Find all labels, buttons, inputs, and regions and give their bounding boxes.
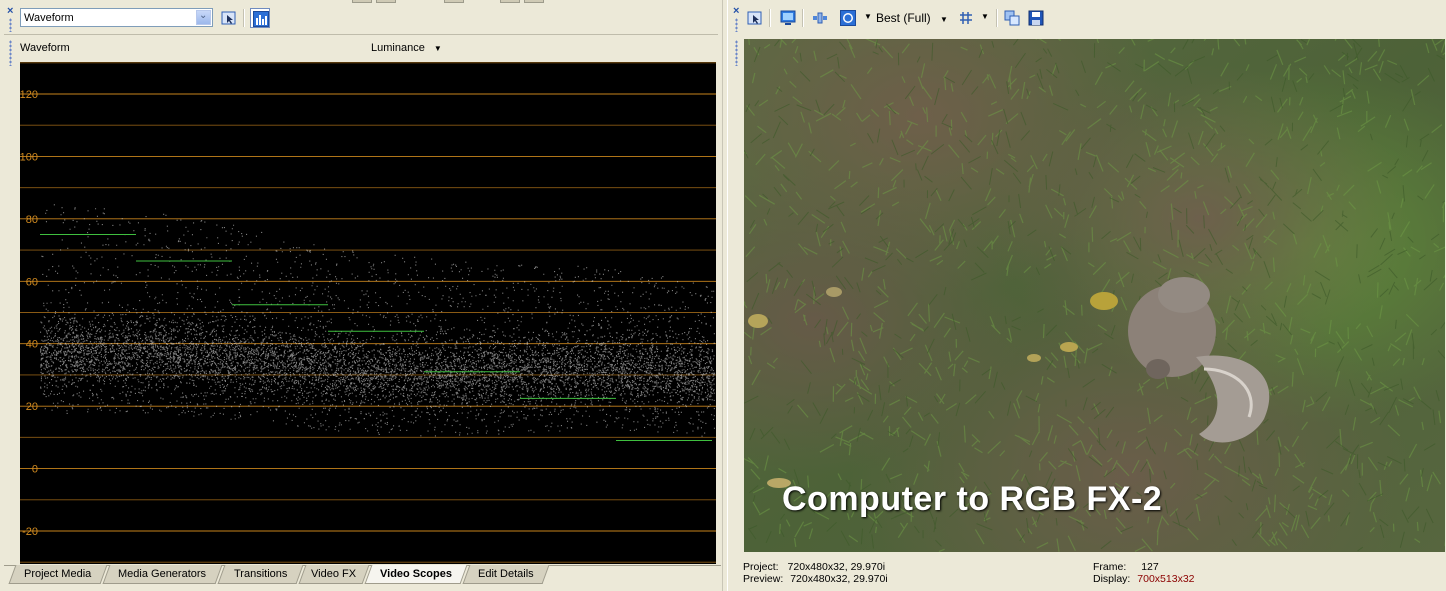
window-docking-tabs: Project Media Media Generators Transitio… [4, 565, 721, 585]
waveform-trace [40, 204, 716, 437]
cursor-settings-icon [221, 11, 236, 25]
dock-grip-handle[interactable] [735, 40, 738, 66]
scope-view-label: Waveform [20, 42, 70, 54]
top-edge-tab[interactable] [352, 0, 372, 3]
frame-info: Frame: 127 [1093, 561, 1159, 573]
preview-overlay-text: Computer to RGB FX-2 [782, 480, 1163, 518]
monitor-icon [780, 10, 796, 25]
tab-video-fx[interactable]: Video FX [298, 565, 370, 584]
preview-quality-dropdown[interactable]: Best (Full) ▼ [876, 11, 948, 25]
scope-tick-label: 40 [26, 339, 38, 351]
waveform-scope-display: 120 100 80 60 40 20 0 -20 [20, 62, 716, 564]
update-scope-button[interactable] [250, 8, 270, 28]
channel-dropdown[interactable]: Luminance ▼ [371, 42, 442, 54]
copy-snapshot-icon [1004, 10, 1020, 26]
split-screen-button[interactable] [810, 8, 830, 28]
scope-type-select[interactable]: Waveform ⌄ [20, 8, 213, 27]
display-info: Display: 700x513x32 [1093, 573, 1195, 585]
scope-tick-label: 100 [20, 151, 38, 163]
top-edge-tab[interactable] [444, 0, 464, 3]
dock-grip-handle[interactable] [9, 18, 12, 32]
preview-info: Preview: 720x480x32, 29.970i [743, 573, 888, 585]
tab-media-generators[interactable]: Media Generators [102, 565, 223, 584]
tab-video-scopes[interactable]: Video Scopes [364, 565, 468, 584]
tab-project-media[interactable]: Project Media [8, 565, 108, 584]
grid-button[interactable] [956, 8, 976, 28]
close-window-icon[interactable]: × [733, 6, 739, 17]
project-info: Project: 720x480x32, 29.970i [743, 561, 886, 573]
chevron-down-icon: ▼ [940, 15, 948, 24]
dock-grip-handle[interactable] [9, 40, 12, 66]
copy-snapshot-button[interactable] [1002, 8, 1022, 28]
tab-edit-details[interactable]: Edit Details [462, 565, 550, 584]
dropdown-chevron-icon[interactable]: ⌄ [196, 10, 211, 25]
scope-type-value: Waveform [24, 12, 74, 24]
split-view-icon [813, 12, 827, 24]
grid-icon [960, 12, 972, 24]
scope-tick-label: -20 [22, 526, 38, 538]
video-preview-frame[interactable]: Computer to RGB FX-2 [744, 39, 1445, 552]
channel-label: Luminance [371, 42, 425, 54]
dock-grip-handle[interactable] [735, 18, 738, 32]
scope-tick-label: 20 [26, 401, 38, 413]
close-window-icon[interactable]: × [7, 6, 13, 17]
video-scopes-panel: × Waveform ⌄ Waveform Luminance ▼ 120 100… [0, 0, 722, 591]
scope-tick-label: 0 [32, 464, 38, 476]
scope-tick-label: 60 [26, 276, 38, 288]
scope-tick-label: 80 [26, 214, 38, 226]
overlays-button[interactable] [838, 8, 858, 28]
waveform-graph: 120 100 80 60 40 20 0 -20 [20, 62, 716, 563]
top-edge-tab[interactable] [500, 0, 520, 3]
cursor-settings-icon [747, 11, 762, 25]
scope-tick-label: 120 [20, 89, 38, 101]
scope-settings-button[interactable] [219, 8, 239, 28]
top-edge-tab[interactable] [524, 0, 544, 3]
external-monitor-button[interactable] [778, 8, 798, 28]
video-preview-panel: × ▼ Best (Full) ▼ ▼ Computer to RGB FX-2… [728, 0, 1446, 591]
save-snapshot-button[interactable] [1026, 8, 1046, 28]
preview-quality-label: Best (Full) [876, 11, 931, 25]
chevron-down-icon: ▼ [433, 44, 442, 53]
preview-properties-button[interactable] [745, 8, 765, 28]
top-edge-tab[interactable] [376, 0, 396, 3]
floppy-disk-icon [1028, 10, 1044, 26]
circle-overlay-icon [840, 10, 856, 26]
chevron-down-icon[interactable]: ▼ [864, 12, 872, 21]
bar-graph-icon [253, 11, 269, 27]
tab-transitions[interactable]: Transitions [217, 565, 304, 584]
preview-image [744, 39, 1445, 552]
chevron-down-icon[interactable]: ▼ [981, 12, 989, 21]
